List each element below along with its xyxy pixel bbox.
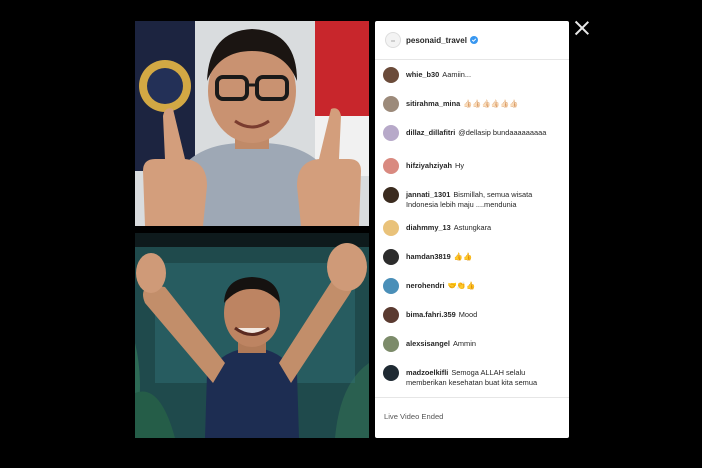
close-icon[interactable] (574, 20, 590, 36)
guest-video-frame (135, 233, 369, 438)
panel-footer: Live Video Ended (375, 397, 569, 438)
comment-text: sitirahma_mina 👍🏻👍🏻👍🏻👍🏻👍🏻👍🏻 (406, 99, 558, 109)
comment-text: jannati_1301 Bismillah, semua wisata Indo… (406, 190, 558, 210)
comment-text: hamdan3819 👍👍 (406, 252, 558, 262)
comment-body: Mood (458, 310, 478, 319)
comment-text: alexsisangel Ammin (406, 339, 558, 349)
avatar[interactable] (383, 220, 399, 236)
host-username[interactable]: pesonaid_travel (406, 36, 467, 45)
avatar[interactable] (383, 125, 399, 141)
comment-text: madzoelkifli Semoga ALLAH selalu memberik… (406, 368, 558, 388)
comment-body: Hy (455, 161, 465, 170)
comment-body: Aamiin... (442, 70, 472, 79)
comment-body: 🤝👏👍 (447, 281, 476, 290)
avatar[interactable] (383, 336, 399, 352)
live-status-text: Live Video Ended (384, 412, 444, 421)
comment-username[interactable]: nerohendri (406, 281, 445, 290)
comment-body: Ammin (452, 339, 476, 348)
comment-username[interactable]: jannati_1301 (406, 190, 450, 199)
comment-username[interactable]: diahmmy_13 (406, 223, 451, 232)
comment-username[interactable]: madzoelkifli (406, 368, 448, 377)
comment-text: hifziyahziyah Hy (406, 161, 558, 171)
host-video-frame (135, 21, 369, 226)
avatar[interactable] (383, 365, 399, 381)
comment-body: @dellasip bundaaaaaaaaa (458, 128, 547, 137)
comment-username[interactable]: dillaz_dillafitri (406, 128, 455, 137)
live-video-host (135, 21, 369, 226)
avatar[interactable] (383, 307, 399, 323)
comment-username[interactable]: bima.fahri.359 (406, 310, 456, 319)
avatar[interactable] (383, 187, 399, 203)
avatar[interactable] (383, 278, 399, 294)
comment-body: 👍🏻👍🏻👍🏻👍🏻👍🏻👍🏻 (463, 99, 519, 108)
comment-text: diahmmy_13 Astungkara (406, 223, 558, 233)
comment-text: nerohendri 🤝👏👍 (406, 281, 558, 291)
comment-text: bima.fahri.359 Mood (406, 310, 558, 320)
live-comments-panel: ▭ pesonaid_travel whie_b30 Aamiin... siti… (375, 21, 569, 438)
avatar[interactable] (383, 67, 399, 83)
comment-text: whie_b30 Aamiin... (406, 70, 558, 80)
avatar[interactable] (383, 249, 399, 265)
panel-header: ▭ pesonaid_travel (375, 21, 569, 60)
live-video-guest (135, 233, 369, 438)
comment-body: Astungkara (453, 223, 492, 232)
host-avatar[interactable]: ▭ (385, 32, 401, 48)
avatar[interactable] (383, 96, 399, 112)
comment-username[interactable]: hifziyahziyah (406, 161, 452, 170)
comment-username[interactable]: whie_b30 (406, 70, 439, 79)
comment-username[interactable]: hamdan3819 (406, 252, 451, 261)
comment-username[interactable]: alexsisangel (406, 339, 450, 348)
avatar[interactable] (383, 158, 399, 174)
comment-text: dillaz_dillafitri @dellasip bundaaaaaaaaa (406, 128, 558, 138)
verified-badge-icon (469, 36, 478, 44)
comment-username[interactable]: sitirahma_mina (406, 99, 460, 108)
comment-body: 👍👍 (453, 252, 473, 261)
